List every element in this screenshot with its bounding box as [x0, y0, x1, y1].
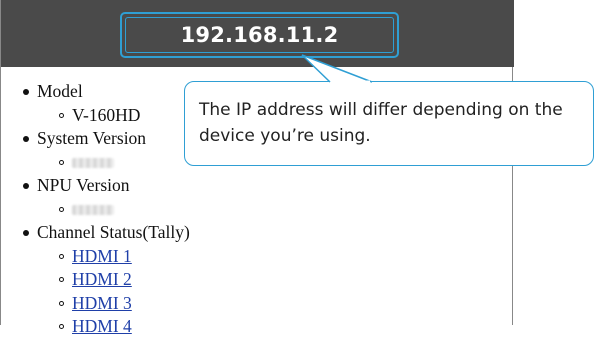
ip-address-callout: The IP address will differ depending on …: [184, 81, 594, 166]
callout-line-1: The IP address will differ depending on …: [199, 100, 563, 120]
callout-line-2: device you’re using.: [199, 126, 371, 146]
hdmi-2-link[interactable]: HDMI 2: [72, 269, 132, 289]
ip-address-text: 192.168.11.2: [180, 23, 339, 47]
hdmi-3-link[interactable]: HDMI 3: [72, 293, 132, 313]
npu-version-value-item: [59, 198, 503, 222]
list-item-hdmi-1: HDMI 1: [59, 245, 503, 269]
ip-address-box: 192.168.11.2: [125, 17, 394, 53]
page-header: 192.168.11.2: [1, 0, 514, 67]
npu-version-label: NPU Version: [37, 175, 130, 195]
list-item-hdmi-4: HDMI 4: [59, 315, 503, 339]
hdmi-1-link[interactable]: HDMI 1: [72, 246, 132, 266]
model-value: V-160HD: [72, 104, 141, 125]
list-item-hdmi-2: HDMI 2: [59, 268, 503, 292]
list-item-npu-version: NPU Version: [23, 174, 503, 221]
model-label: Model: [37, 81, 83, 101]
ip-address-highlight: 192.168.11.2: [120, 12, 399, 58]
channel-status-label: Channel Status(Tally): [37, 222, 190, 242]
system-version-label: System Version: [37, 128, 147, 148]
npu-version-redacted-value: [72, 205, 114, 216]
system-version-redacted-value: [72, 158, 114, 169]
list-item-hdmi-3: HDMI 3: [59, 292, 503, 316]
hdmi-4-link[interactable]: HDMI 4: [72, 316, 132, 336]
list-item-channel-status: Channel Status(Tally) HDMI 1 HDMI 2 HDMI…: [23, 221, 503, 339]
